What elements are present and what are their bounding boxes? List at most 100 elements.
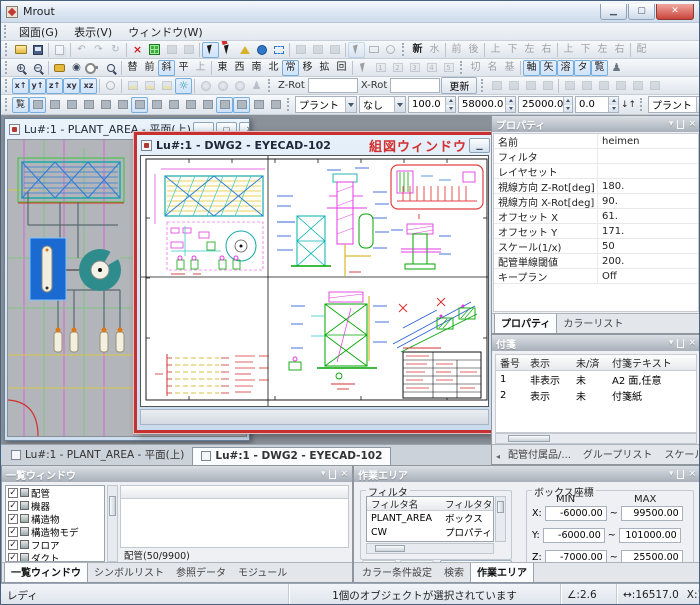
- col-display[interactable]: 表示: [526, 355, 572, 370]
- checkbox[interactable]: [8, 488, 18, 498]
- weld-display-button[interactable]: 溶: [557, 60, 574, 76]
- category-tool-button[interactable]: [29, 97, 46, 113]
- offset-spinner[interactable]: 0.0: [575, 96, 619, 113]
- scale-spinner[interactable]: 100.0: [408, 96, 456, 113]
- filter-table[interactable]: フィルタ名 フィルタタイ PLANT_AREAボックス CWプロパティ: [366, 496, 494, 542]
- col-text[interactable]: 付箋テキスト: [608, 355, 696, 370]
- prop-value[interactable]: 50: [598, 241, 698, 252]
- select-cursor-button[interactable]: [202, 42, 219, 58]
- category-tool-button[interactable]: [250, 97, 267, 113]
- zoom-in-button[interactable]: +: [12, 60, 29, 76]
- category-tool-button[interactable]: [199, 97, 216, 113]
- key-link-button[interactable]: [85, 60, 102, 76]
- filter-manage-button[interactable]: フィルタ管理: [440, 560, 512, 562]
- panel-menu-icon[interactable]: ▾: [669, 120, 674, 129]
- prop-value[interactable]: 171.: [598, 226, 698, 237]
- callout-button[interactable]: [51, 60, 68, 76]
- magnify-button[interactable]: [102, 60, 119, 76]
- north-view-button[interactable]: 北: [265, 60, 282, 76]
- tab-grouplist[interactable]: グループリスト: [577, 444, 658, 464]
- move-view-button[interactable]: 移: [299, 60, 316, 76]
- repeat-button[interactable]: ↻: [107, 42, 124, 58]
- axis-y-button[interactable]: y↑: [29, 78, 46, 94]
- west-view-button[interactable]: 西: [231, 60, 248, 76]
- zoom-out-button[interactable]: −: [29, 60, 46, 76]
- base-button[interactable]: 基: [501, 60, 518, 76]
- right2-button[interactable]: 右: [611, 42, 628, 58]
- checkbox[interactable]: [8, 527, 18, 537]
- assembly-drawing-window[interactable]: Lu#:1 - DWG2 - EYECAD-102 組図ウィンドウ ▁ ▢ ✕: [134, 132, 491, 433]
- fence-select-button[interactable]: [219, 42, 236, 58]
- tab-scalebox[interactable]: スケールボッ...: [658, 444, 700, 464]
- filter-hscroll[interactable]: [366, 543, 494, 554]
- misc-tool-button[interactable]: ♟: [608, 60, 625, 76]
- col-filter-name[interactable]: フィルタ名: [367, 497, 441, 511]
- cursor-mode-button[interactable]: [348, 42, 365, 58]
- grid-button[interactable]: [146, 42, 163, 58]
- left2-button[interactable]: 左: [594, 42, 611, 58]
- pipe-button[interactable]: 配: [633, 42, 650, 58]
- filter-row[interactable]: PLANT_AREAボックス: [367, 511, 493, 525]
- view-3-button[interactable]: 3: [406, 60, 423, 76]
- delete-filter-button[interactable]: 削除: [400, 560, 434, 562]
- view-4-button[interactable]: 4: [423, 60, 440, 76]
- horizontal-scrollbar[interactable]: [495, 433, 697, 444]
- none-combo[interactable]: なし: [359, 96, 406, 113]
- tab-pipe-accessories[interactable]: 配管付属品/...: [502, 444, 577, 464]
- swap-view-button[interactable]: 替: [124, 60, 141, 76]
- fusen-table[interactable]: 番号 表示 未/済 付箋テキスト 1非表示 未A2 面,任意 2表示 未付箋紙: [495, 354, 697, 433]
- checkbox[interactable]: [8, 514, 18, 524]
- category-tool-button[interactable]: [182, 97, 199, 113]
- polygon-select-button[interactable]: [236, 42, 253, 58]
- up2-button[interactable]: 上: [560, 42, 577, 58]
- category-tool-button[interactable]: [131, 97, 148, 113]
- dwg-window-titlebar[interactable]: Lu#:1 - DWG2 - EYECAD-102 組図ウィンドウ ▁ ▢ ✕: [137, 135, 491, 155]
- panel-menu-icon[interactable]: ▾: [321, 470, 326, 479]
- tab-listwindow[interactable]: 一覧ウィンドウ: [4, 562, 88, 582]
- tool-button[interactable]: [309, 42, 326, 58]
- prop-value[interactable]: heimen: [598, 136, 698, 147]
- maximize-button[interactable]: ▢: [628, 4, 655, 20]
- view-2-button[interactable]: 2: [389, 60, 406, 76]
- sphere-button[interactable]: [231, 78, 248, 94]
- category-tool-button[interactable]: [148, 97, 165, 113]
- oblique-view-button[interactable]: 斜: [158, 60, 175, 76]
- panel-menu-icon[interactable]: ▾: [669, 339, 674, 348]
- name-button[interactable]: 名: [484, 60, 501, 76]
- visibility-button[interactable]: ◉: [68, 60, 85, 76]
- width-spinner[interactable]: 58000.0: [458, 96, 516, 113]
- layout-tool-button[interactable]: [646, 78, 663, 94]
- level-3-button[interactable]: [158, 78, 175, 94]
- new-button[interactable]: 新: [409, 42, 426, 58]
- sphere-button[interactable]: [197, 78, 214, 94]
- z-max-input[interactable]: 25500.00: [621, 550, 683, 562]
- z-min-input[interactable]: -7000.00: [545, 550, 607, 562]
- close-icon[interactable]: ×: [688, 339, 696, 348]
- prop-value[interactable]: 200.: [598, 256, 698, 267]
- down-button[interactable]: 下: [504, 42, 521, 58]
- water-button[interactable]: 水: [426, 42, 443, 58]
- category-tool-button[interactable]: [233, 97, 250, 113]
- y-min-input[interactable]: -6000.00: [543, 528, 605, 543]
- prev-view-button[interactable]: 前: [141, 60, 158, 76]
- plant-combo-2[interactable]: プラント: [648, 96, 699, 113]
- layout-tool-button[interactable]: [595, 78, 612, 94]
- down2-button[interactable]: 下: [577, 42, 594, 58]
- category-tool-button[interactable]: [267, 97, 284, 113]
- expand-view-button[interactable]: 拡: [316, 60, 333, 76]
- person-button[interactable]: ♟: [248, 78, 265, 94]
- filter-vscroll[interactable]: [495, 496, 506, 542]
- col-number[interactable]: 番号: [496, 355, 526, 370]
- tool-button[interactable]: [292, 42, 309, 58]
- copy-button[interactable]: [51, 42, 68, 58]
- circle-draw-button[interactable]: [382, 42, 399, 58]
- level-2-button[interactable]: [141, 78, 158, 94]
- plant-combo[interactable]: プラント: [295, 96, 357, 113]
- pin-icon[interactable]: [677, 339, 684, 348]
- height-spinner[interactable]: 25000.0: [518, 96, 573, 113]
- rect-draw-button[interactable]: [365, 42, 382, 58]
- properties-grid[interactable]: 名前heimen フィルタ レイヤセット 視線方向 Z-Rot[deg]180.…: [493, 133, 699, 312]
- plan-view-button[interactable]: 平: [175, 60, 192, 76]
- checkbox[interactable]: [8, 540, 18, 550]
- xrot-input[interactable]: [390, 78, 440, 93]
